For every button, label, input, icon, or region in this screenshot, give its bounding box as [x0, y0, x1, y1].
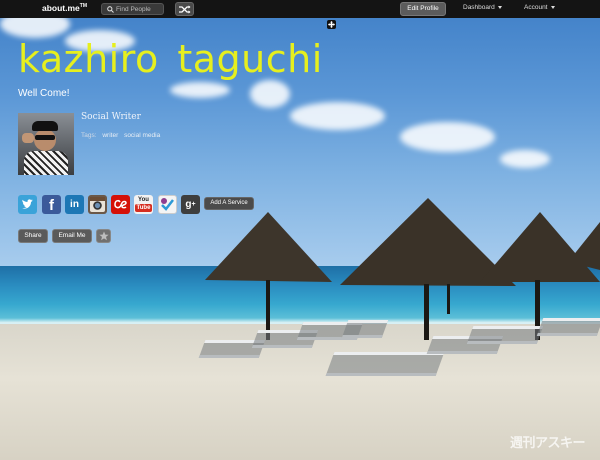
tag-link[interactable]: social media [124, 132, 160, 139]
email-me-button[interactable]: Email Me [52, 229, 92, 243]
profile-tags: Tags: writer social media [81, 132, 164, 139]
linkedin-icon[interactable]: in [65, 195, 84, 214]
dashboard-label: Dashboard [463, 4, 495, 11]
lastfm-icon[interactable] [111, 195, 130, 214]
avatar [18, 113, 74, 175]
search-icon [107, 6, 114, 13]
shuffle-icon [179, 5, 191, 14]
about-me-logo[interactable]: about.meTM [42, 3, 87, 13]
account-menu[interactable]: Account [524, 4, 555, 11]
profile-name: kazhiro taguchi [18, 37, 323, 81]
tag-link[interactable]: writer [102, 132, 118, 139]
edit-profile-button[interactable]: Edit Profile [400, 2, 446, 16]
lounge-chair [466, 326, 544, 344]
profile-headline: Well Come! [18, 88, 70, 99]
instagram-icon[interactable] [88, 195, 107, 214]
top-navigation-bar: about.meTM Edit Profile Dashboard Accoun… [0, 0, 600, 18]
tags-label: Tags: [81, 132, 97, 139]
facebook-icon[interactable]: f [42, 195, 61, 214]
search-input[interactable] [116, 4, 164, 14]
add-service-button[interactable]: Add A Service [204, 197, 254, 210]
google-plus-icon[interactable]: g+ [181, 195, 200, 214]
random-profile-button[interactable] [175, 2, 194, 16]
account-label: Account [524, 4, 548, 11]
twitter-icon[interactable] [18, 195, 37, 214]
lounge-chair [325, 352, 445, 376]
lounge-chair [536, 318, 600, 336]
publisher-watermark: 週刊アスキー [510, 435, 586, 450]
chevron-down-icon [497, 5, 502, 9]
move-icon [328, 21, 335, 28]
profile-role: Social Writer [81, 112, 141, 122]
find-people-search[interactable] [101, 3, 164, 15]
youtube-icon[interactable]: You Tube [134, 195, 153, 214]
share-button[interactable]: Share [18, 229, 48, 243]
favorite-button[interactable] [96, 229, 111, 243]
dashboard-menu[interactable]: Dashboard [463, 4, 502, 11]
chevron-down-icon [550, 5, 555, 9]
star-icon [99, 231, 109, 241]
lounge-chair [341, 320, 389, 338]
move-handle[interactable] [327, 20, 336, 29]
foursquare-icon[interactable] [158, 195, 177, 214]
